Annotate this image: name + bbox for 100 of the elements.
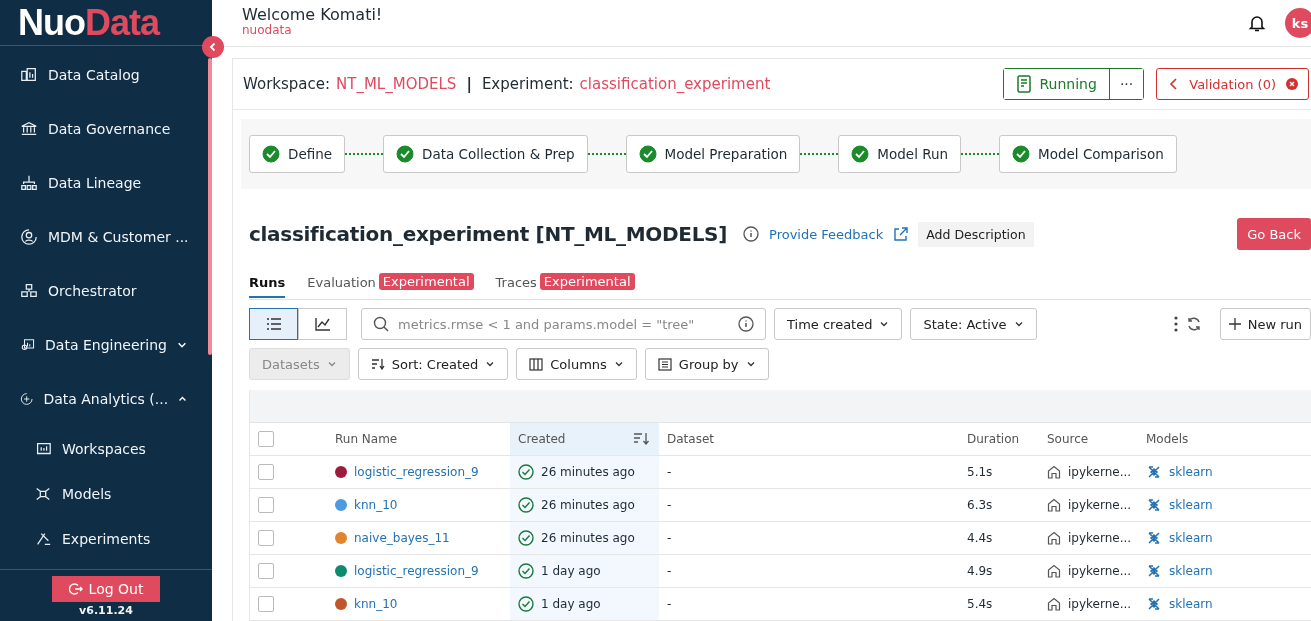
step[interactable]: Define — [249, 135, 346, 173]
run-name-link[interactable]: logistic_regression_9 — [354, 564, 479, 578]
table-cell: ipykerne... — [1068, 531, 1132, 545]
column-header[interactable]: Source — [1039, 423, 1138, 455]
model-link[interactable]: sklearn — [1169, 498, 1213, 512]
table-cell: - — [667, 531, 672, 545]
step[interactable]: Model Run — [838, 135, 962, 173]
column-header[interactable]: Models — [1138, 423, 1311, 455]
sort-icon[interactable] — [633, 432, 649, 446]
group-by-dropdown[interactable]: Group by — [644, 348, 769, 380]
running-status-button[interactable]: Running — [1003, 69, 1110, 99]
row-checkbox[interactable] — [258, 464, 274, 480]
run-name-link[interactable]: knn_10 — [354, 597, 398, 611]
info-icon[interactable] — [738, 316, 754, 332]
step[interactable]: Model Comparison — [999, 135, 1177, 173]
caret-icon — [613, 359, 624, 369]
sidebar-item[interactable]: Data Engineering — [0, 318, 212, 372]
validation-button[interactable]: Validation (0) — [1156, 68, 1309, 100]
sidebar-subitem[interactable]: Experiments — [0, 516, 212, 561]
table-cell: ipykerne... — [1068, 498, 1132, 512]
feedback-link[interactable]: Provide Feedback — [769, 226, 884, 242]
sidebar-subitem[interactable]: Workspaces — [0, 426, 212, 471]
run-name-link[interactable]: logistic_regression_9 — [354, 465, 479, 479]
model-link[interactable]: sklearn — [1169, 597, 1213, 611]
row-checkbox[interactable] — [258, 530, 274, 546]
tab[interactable]: Runs — [249, 275, 286, 298]
column-header[interactable]: Run Name — [327, 423, 510, 455]
row-checkbox[interactable] — [258, 563, 274, 579]
notification-icon[interactable] — [1247, 13, 1267, 33]
sidebar-item[interactable]: Data Analytics (... — [0, 372, 212, 426]
check-circle-icon — [518, 596, 534, 612]
table-cell: 5.4s — [967, 597, 993, 611]
search-field[interactable]: metrics.rmse < 1 and params.model = "tree" — [361, 308, 766, 340]
chevron-left-icon — [208, 42, 218, 52]
house-icon — [1047, 597, 1061, 611]
caret-icon — [485, 359, 496, 369]
time-dropdown[interactable]: Time created — [774, 308, 903, 340]
logout-button[interactable]: Log Out — [52, 576, 160, 602]
sidebar-subitem[interactable]: Models — [0, 471, 212, 516]
version-text: v6.11.24 — [79, 604, 133, 617]
model-link[interactable]: sklearn — [1169, 564, 1213, 578]
table-cell: - — [667, 498, 672, 512]
step[interactable]: Model Preparation — [625, 135, 801, 173]
house-icon — [1047, 564, 1061, 578]
refresh-icon[interactable] — [1185, 316, 1202, 332]
model-icon — [1146, 464, 1162, 480]
table-cell: 4.4s — [967, 531, 993, 545]
table-cell: 6.3s — [967, 498, 993, 512]
house-icon — [1047, 498, 1061, 512]
add-description-button[interactable]: Add Description — [918, 221, 1034, 247]
step[interactable]: Data Collection & Prep — [383, 135, 588, 173]
bar-chart-icon — [20, 66, 38, 84]
columns-dropdown[interactable]: Columns — [516, 348, 637, 380]
check-circle-icon — [518, 563, 534, 579]
model-link[interactable]: sklearn — [1169, 465, 1213, 479]
sidebar-item[interactable]: MDM & Customer ... — [0, 210, 212, 264]
state-dropdown[interactable]: State: Active — [910, 308, 1037, 340]
table-cell: - — [667, 465, 672, 479]
house-icon — [1047, 531, 1061, 545]
workspace-name: NT_ML_MODELS — [336, 75, 457, 93]
tab[interactable]: Evaluation Experimental — [307, 275, 474, 298]
go-back-button[interactable]: Go Back — [1237, 218, 1311, 250]
new-run-button[interactable]: New run — [1219, 308, 1311, 340]
run-name-link[interactable]: naive_bayes_11 — [354, 531, 450, 545]
row-checkbox[interactable] — [258, 497, 274, 513]
column-header[interactable]: Duration — [959, 423, 1039, 455]
list-box-icon — [657, 357, 672, 371]
info-icon[interactable] — [743, 226, 760, 242]
sort-icon — [370, 358, 385, 370]
caret-icon — [879, 319, 890, 329]
welcome-text: Welcome Komati! — [242, 6, 384, 24]
list-icon — [265, 317, 282, 331]
blocks-icon — [20, 282, 38, 300]
avatar[interactable]: ks — [1285, 8, 1311, 38]
chart-view-button[interactable] — [298, 308, 347, 340]
table-cell: ipykerne... — [1068, 564, 1132, 578]
caret-icon — [326, 359, 337, 369]
table-cell: 4.9s — [967, 564, 993, 578]
line-chart-icon — [314, 317, 331, 331]
row-checkbox[interactable] — [258, 596, 274, 612]
collapse-button[interactable] — [202, 36, 224, 58]
experiment-name: classification_experiment — [579, 75, 771, 93]
scrollbar[interactable] — [208, 58, 212, 355]
table-cell: 26 minutes ago — [541, 498, 635, 512]
caret-icon — [745, 359, 756, 369]
column-header[interactable]: Created — [510, 423, 659, 455]
select-all-checkbox[interactable] — [258, 431, 274, 447]
column-header[interactable]: Dataset — [659, 423, 959, 455]
sidebar-item[interactable]: Data Catalog — [0, 48, 212, 102]
list-view-button[interactable] — [249, 308, 298, 340]
sidebar-item[interactable]: Data Lineage — [0, 156, 212, 210]
model-link[interactable]: sklearn — [1169, 531, 1213, 545]
external-link-icon[interactable] — [893, 226, 909, 242]
sidebar-item[interactable]: Orchestrator — [0, 264, 212, 318]
sort-dropdown[interactable]: Sort: Created — [357, 348, 509, 380]
sidebar-item[interactable]: Data Governance — [0, 102, 212, 156]
kebab-menu-icon[interactable] — [1173, 316, 1178, 332]
run-name-link[interactable]: knn_10 — [354, 498, 398, 512]
table-cell: 1 day ago — [541, 597, 601, 611]
table-cell: ipykerne... — [1068, 597, 1132, 611]
